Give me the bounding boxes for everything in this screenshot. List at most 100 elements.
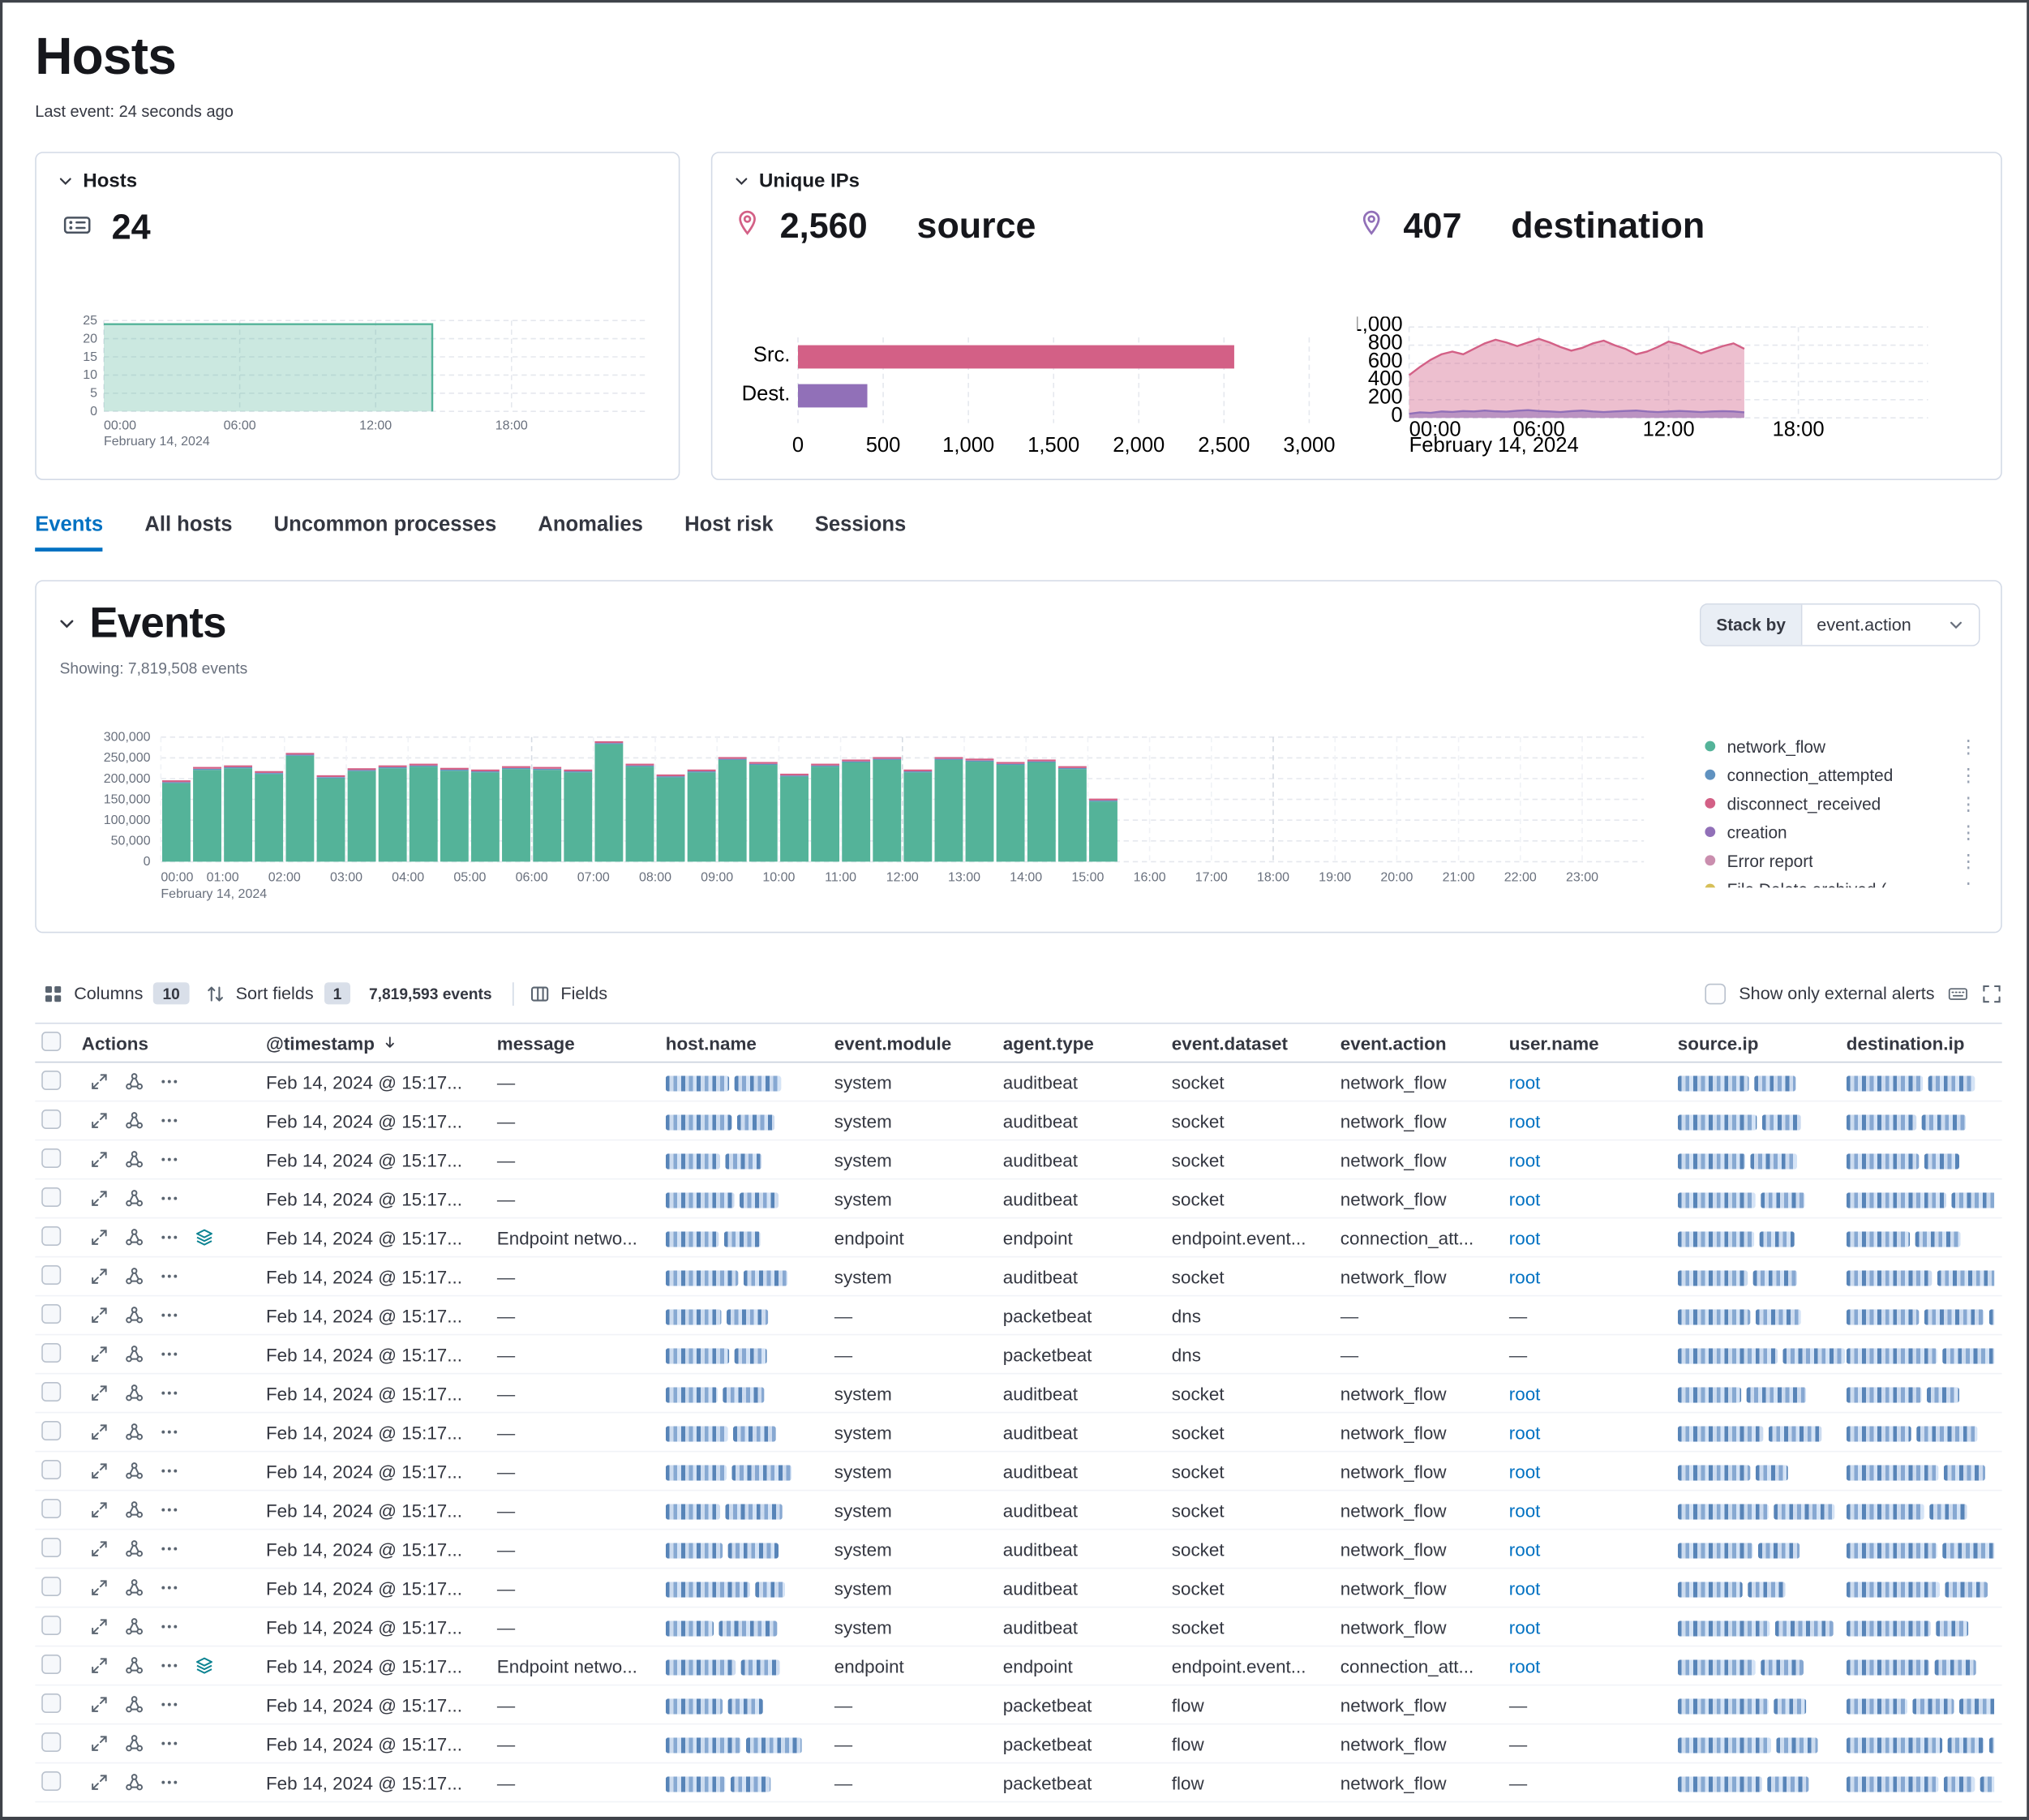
expand-event-icon[interactable] bbox=[89, 1384, 109, 1403]
more-actions-icon[interactable] bbox=[160, 1695, 179, 1715]
row-checkbox[interactable] bbox=[41, 1225, 61, 1245]
endpoint-event-icon[interactable] bbox=[195, 1656, 214, 1676]
row-checkbox[interactable] bbox=[41, 1109, 61, 1128]
row-checkbox[interactable] bbox=[41, 1498, 61, 1517]
row-checkbox[interactable] bbox=[41, 1732, 61, 1751]
col-header-event-module[interactable]: event.module bbox=[834, 1032, 1003, 1054]
fields-button[interactable]: Fields bbox=[521, 978, 615, 1009]
analyze-event-icon[interactable] bbox=[125, 1656, 144, 1676]
expand-event-icon[interactable] bbox=[89, 1773, 109, 1792]
sort-fields-button[interactable]: Sort fields 1 bbox=[197, 977, 359, 1010]
analyze-event-icon[interactable] bbox=[125, 1462, 144, 1481]
col-header-source-ip[interactable]: source.ip bbox=[1678, 1032, 1847, 1054]
row-checkbox[interactable] bbox=[41, 1420, 61, 1440]
analyze-event-icon[interactable] bbox=[125, 1617, 144, 1637]
more-actions-icon[interactable] bbox=[160, 1462, 179, 1481]
tab-host-risk[interactable]: Host risk bbox=[684, 514, 774, 552]
legend-item[interactable]: network_flow⋮ bbox=[1705, 732, 1980, 760]
expand-event-icon[interactable] bbox=[89, 1306, 109, 1325]
keyboard-shortcuts-icon[interactable] bbox=[1948, 983, 1969, 1004]
cell-user-name[interactable]: root bbox=[1509, 1383, 1678, 1404]
more-actions-icon[interactable] bbox=[160, 1111, 179, 1131]
expand-event-icon[interactable] bbox=[89, 1734, 109, 1753]
row-checkbox[interactable] bbox=[41, 1537, 61, 1556]
legend-more-icon[interactable]: ⋮ bbox=[1957, 878, 1980, 887]
cell-user-name[interactable]: root bbox=[1509, 1461, 1678, 1482]
legend-more-icon[interactable]: ⋮ bbox=[1957, 764, 1980, 786]
more-actions-icon[interactable] bbox=[160, 1267, 179, 1286]
fullscreen-icon[interactable] bbox=[1981, 983, 2002, 1004]
expand-event-icon[interactable] bbox=[89, 1539, 109, 1559]
legend-item[interactable]: Error report⋮ bbox=[1705, 846, 1980, 874]
more-actions-icon[interactable] bbox=[160, 1072, 179, 1092]
columns-button[interactable]: Columns 10 bbox=[35, 977, 196, 1010]
analyze-event-icon[interactable] bbox=[125, 1384, 144, 1403]
analyze-event-icon[interactable] bbox=[125, 1306, 144, 1325]
tab-events[interactable]: Events bbox=[35, 514, 103, 552]
analyze-event-icon[interactable] bbox=[125, 1072, 144, 1092]
row-checkbox[interactable] bbox=[41, 1771, 61, 1790]
col-header-host-name[interactable]: host.name bbox=[666, 1032, 834, 1054]
cell-user-name[interactable]: root bbox=[1509, 1227, 1678, 1248]
analyze-event-icon[interactable] bbox=[125, 1150, 144, 1170]
more-actions-icon[interactable] bbox=[160, 1734, 179, 1753]
chevron-down-icon[interactable] bbox=[733, 173, 750, 190]
col-header-agent-type[interactable]: agent.type bbox=[1003, 1032, 1172, 1054]
analyze-event-icon[interactable] bbox=[125, 1773, 144, 1792]
more-actions-icon[interactable] bbox=[160, 1578, 179, 1598]
external-alerts-checkbox[interactable] bbox=[1705, 983, 1727, 1004]
col-header-actions[interactable]: Actions bbox=[82, 1032, 266, 1054]
expand-event-icon[interactable] bbox=[89, 1267, 109, 1286]
legend-more-icon[interactable]: ⋮ bbox=[1957, 821, 1980, 843]
legend-item[interactable]: File Delete archived (⋮ bbox=[1705, 874, 1980, 887]
analyze-event-icon[interactable] bbox=[125, 1578, 144, 1598]
select-all-checkbox[interactable] bbox=[41, 1031, 61, 1050]
more-actions-icon[interactable] bbox=[160, 1384, 179, 1403]
more-actions-icon[interactable] bbox=[160, 1150, 179, 1170]
analyze-event-icon[interactable] bbox=[125, 1189, 144, 1208]
chevron-down-icon[interactable] bbox=[57, 613, 76, 633]
row-checkbox[interactable] bbox=[41, 1148, 61, 1167]
col-header-destination-ip[interactable]: destination.ip bbox=[1847, 1032, 1994, 1054]
expand-event-icon[interactable] bbox=[89, 1228, 109, 1247]
more-actions-icon[interactable] bbox=[160, 1539, 179, 1559]
expand-event-icon[interactable] bbox=[89, 1150, 109, 1170]
tab-sessions[interactable]: Sessions bbox=[815, 514, 906, 552]
row-checkbox[interactable] bbox=[41, 1070, 61, 1089]
tab-uncommon-processes[interactable]: Uncommon processes bbox=[274, 514, 497, 552]
more-actions-icon[interactable] bbox=[160, 1773, 179, 1792]
more-actions-icon[interactable] bbox=[160, 1345, 179, 1364]
expand-event-icon[interactable] bbox=[89, 1189, 109, 1208]
row-checkbox[interactable] bbox=[41, 1615, 61, 1634]
row-checkbox[interactable] bbox=[41, 1576, 61, 1595]
more-actions-icon[interactable] bbox=[160, 1423, 179, 1442]
col-header-event-dataset[interactable]: event.dataset bbox=[1172, 1032, 1341, 1054]
row-checkbox[interactable] bbox=[41, 1693, 61, 1712]
legend-more-icon[interactable]: ⋮ bbox=[1957, 849, 1980, 871]
col-header-event-action[interactable]: event.action bbox=[1341, 1032, 1509, 1054]
col-header-user-name[interactable]: user.name bbox=[1509, 1032, 1678, 1054]
legend-item[interactable]: disconnect_received⋮ bbox=[1705, 789, 1980, 818]
cell-user-name[interactable]: root bbox=[1509, 1266, 1678, 1287]
expand-event-icon[interactable] bbox=[89, 1111, 109, 1131]
cell-user-name[interactable]: root bbox=[1509, 1539, 1678, 1560]
analyze-event-icon[interactable] bbox=[125, 1228, 144, 1247]
tab-anomalies[interactable]: Anomalies bbox=[538, 514, 642, 552]
cell-user-name[interactable]: root bbox=[1509, 1110, 1678, 1131]
expand-event-icon[interactable] bbox=[89, 1072, 109, 1092]
analyze-event-icon[interactable] bbox=[125, 1267, 144, 1286]
legend-item[interactable]: connection_attempted⋮ bbox=[1705, 761, 1980, 789]
row-checkbox[interactable] bbox=[41, 1654, 61, 1673]
expand-event-icon[interactable] bbox=[89, 1695, 109, 1715]
more-actions-icon[interactable] bbox=[160, 1228, 179, 1247]
more-actions-icon[interactable] bbox=[160, 1617, 179, 1637]
more-actions-icon[interactable] bbox=[160, 1189, 179, 1208]
expand-event-icon[interactable] bbox=[89, 1656, 109, 1676]
legend-more-icon[interactable]: ⋮ bbox=[1957, 735, 1980, 757]
analyze-event-icon[interactable] bbox=[125, 1695, 144, 1715]
col-header-message[interactable]: message bbox=[497, 1032, 666, 1054]
more-actions-icon[interactable] bbox=[160, 1306, 179, 1325]
col-header--timestamp[interactable]: @timestamp bbox=[266, 1032, 497, 1054]
row-checkbox[interactable] bbox=[41, 1187, 61, 1206]
cell-user-name[interactable]: root bbox=[1509, 1188, 1678, 1209]
